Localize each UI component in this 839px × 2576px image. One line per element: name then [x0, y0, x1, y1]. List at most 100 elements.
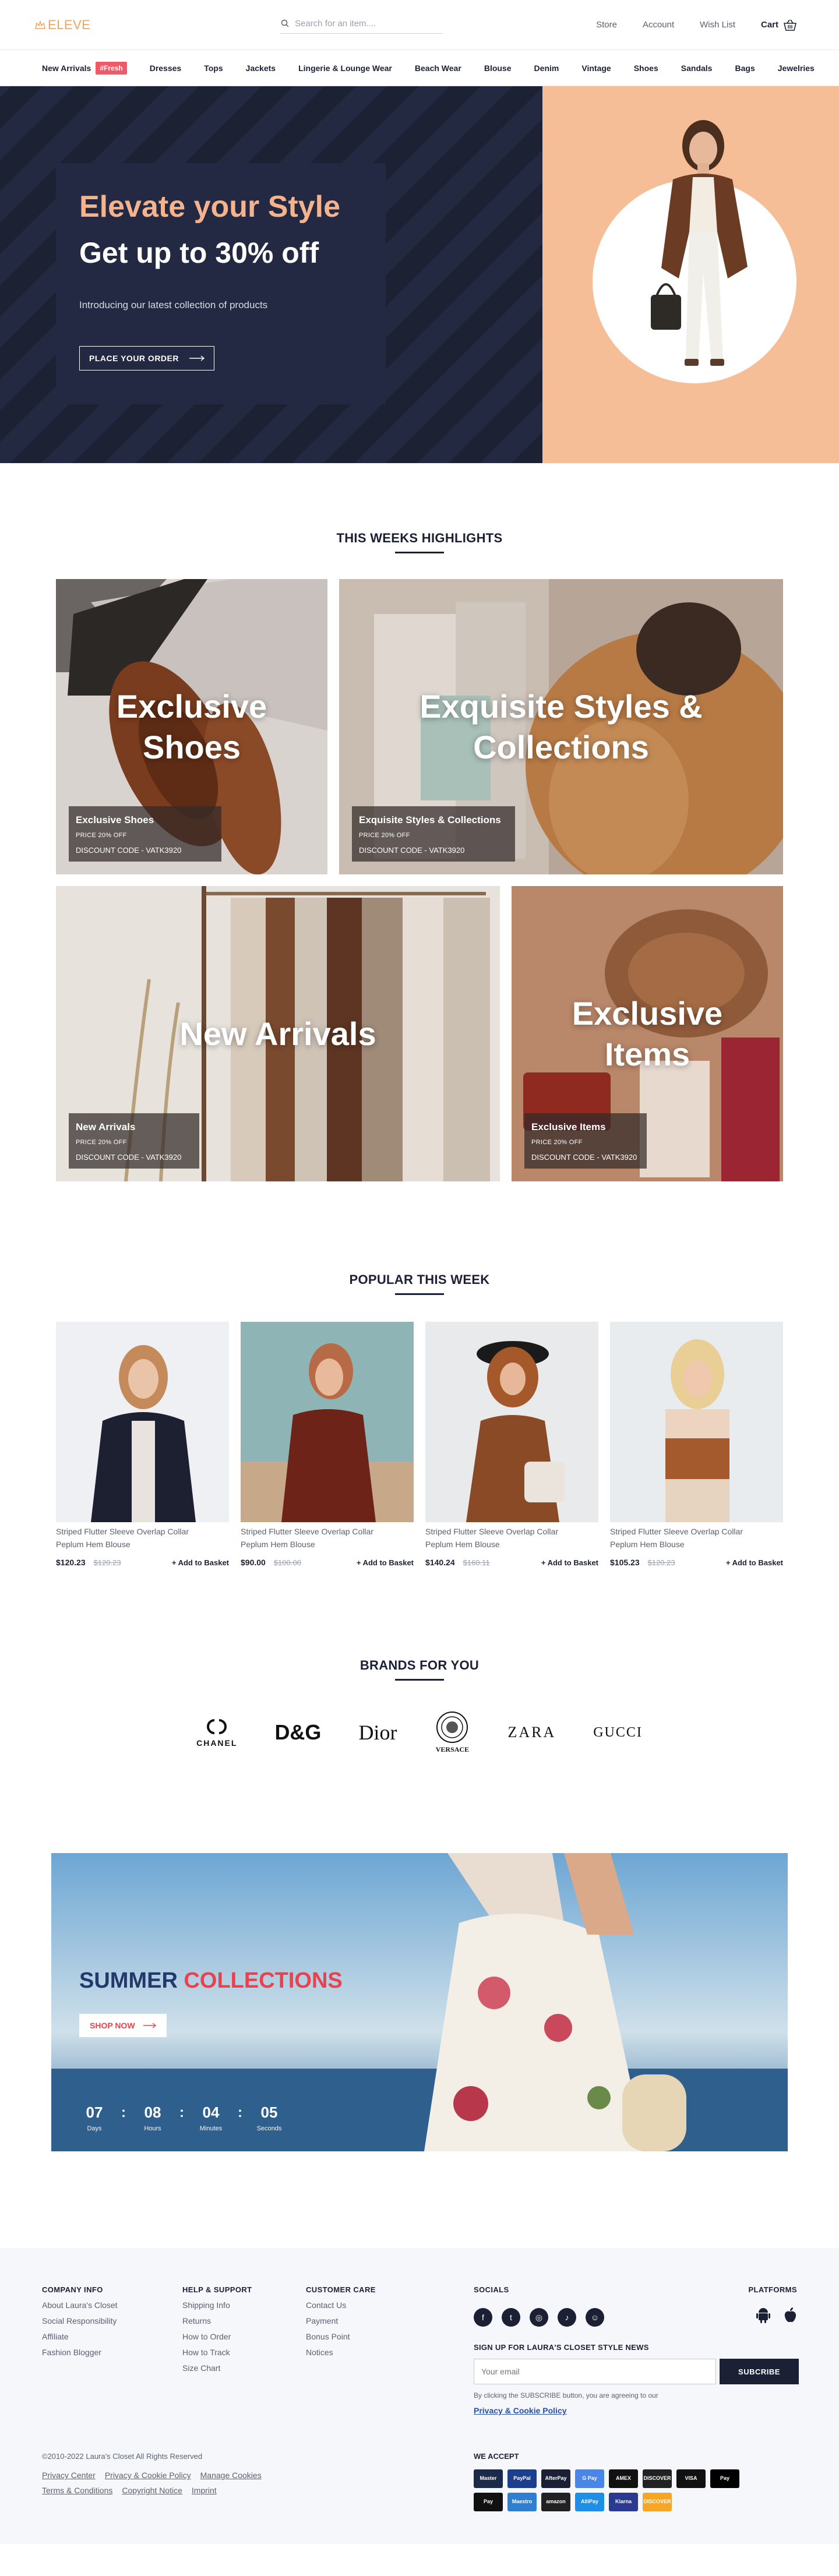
- nav-item-dresses[interactable]: Dresses: [150, 63, 182, 73]
- cart-button[interactable]: Cart: [761, 19, 797, 31]
- countdown-days: 07 Days: [79, 2104, 110, 2132]
- product-photo: [241, 1322, 414, 1522]
- countdown-value: 07: [86, 2104, 103, 2122]
- add-to-basket-button[interactable]: + Add to Basket: [726, 1558, 783, 1567]
- nav-item-beach-wear[interactable]: Beach Wear: [415, 63, 461, 73]
- product-card[interactable]: Striped Flutter Sleeve Overlap Collar Pe…: [610, 1322, 783, 1567]
- footer-link[interactable]: Size Chart: [182, 2363, 252, 2373]
- title-underline: [395, 552, 444, 553]
- tile-exclusive-items[interactable]: Exclusive Items Exclusive Items PRICE 20…: [512, 886, 783, 1181]
- countdown-value: 05: [260, 2104, 278, 2122]
- privacy-policy-link[interactable]: Privacy & Cookie Policy: [474, 2406, 800, 2415]
- product-name[interactable]: Striped Flutter Sleeve Overlap Collar Pe…: [241, 1526, 414, 1551]
- legal-link[interactable]: Terms & Conditions: [42, 2486, 112, 2495]
- footer-link[interactable]: About Laura's Closet: [42, 2300, 118, 2310]
- product-image[interactable]: [56, 1322, 229, 1522]
- legal-link[interactable]: Imprint: [192, 2486, 217, 2495]
- nav-item-lingerie[interactable]: Lingerie & Lounge Wear: [298, 63, 392, 73]
- footer-link[interactable]: Fashion Blogger: [42, 2348, 118, 2357]
- footer-link[interactable]: How to Order: [182, 2332, 252, 2341]
- product-price-row: $90.00 $100.00 + Add to Basket: [241, 1558, 414, 1567]
- account-link[interactable]: Account: [643, 20, 674, 30]
- nav-item-denim[interactable]: Denim: [534, 63, 559, 73]
- countdown-label: Hours: [144, 2125, 161, 2133]
- footer-link[interactable]: How to Track: [182, 2348, 252, 2357]
- legal-link[interactable]: Privacy & Cookie Policy: [105, 2471, 191, 2480]
- place-order-label: PLACE YOUR ORDER: [89, 354, 179, 364]
- nav-item-sandals[interactable]: Sandals: [681, 63, 713, 73]
- nav-item-shoes[interactable]: Shoes: [634, 63, 658, 73]
- brand-gucci[interactable]: GUCCI: [593, 1725, 643, 1741]
- countdown-separator: :: [238, 2105, 242, 2121]
- nav-item-jackets[interactable]: Jackets: [246, 63, 276, 73]
- product-image[interactable]: [241, 1322, 414, 1522]
- footer-column-title: HELP & SUPPORT: [182, 2285, 252, 2295]
- product-card[interactable]: Striped Flutter Sleeve Overlap Collar Pe…: [56, 1322, 229, 1567]
- footer-link[interactable]: Contact Us: [306, 2300, 376, 2310]
- search-input[interactable]: [295, 18, 435, 29]
- product-name[interactable]: Striped Flutter Sleeve Overlap Collar Pe…: [425, 1526, 598, 1551]
- nav-item-new-arrivals[interactable]: New Arrivals #Fresh: [42, 61, 127, 75]
- instagram-icon[interactable]: ◎: [530, 2308, 548, 2327]
- footer-link[interactable]: Bonus Point: [306, 2332, 376, 2341]
- android-icon[interactable]: [756, 2307, 770, 2324]
- brand-zara[interactable]: ZARA: [507, 1724, 556, 1741]
- product-image[interactable]: [610, 1322, 783, 1522]
- search-icon[interactable]: [281, 19, 289, 27]
- tiktok-icon[interactable]: ♪: [558, 2308, 576, 2327]
- product-name[interactable]: Striped Flutter Sleeve Overlap Collar Pe…: [610, 1526, 783, 1551]
- footer-link[interactable]: Affiliate: [42, 2332, 118, 2341]
- add-to-basket-button[interactable]: + Add to Basket: [172, 1558, 229, 1567]
- product-card[interactable]: Striped Flutter Sleeve Overlap Collar Pe…: [241, 1322, 414, 1567]
- payment-method-icon: Master: [474, 2469, 503, 2489]
- tile-headline-line1: Exclusive: [572, 994, 723, 1032]
- brand-versace[interactable]: VERSACE: [434, 1711, 470, 1754]
- product-card[interactable]: Striped Flutter Sleeve Overlap Collar Pe…: [425, 1322, 598, 1567]
- nav-item-bags[interactable]: Bags: [735, 63, 755, 73]
- snapchat-icon[interactable]: ☺: [586, 2308, 604, 2327]
- legal-link[interactable]: Manage Cookies: [200, 2471, 262, 2480]
- subscribe-button[interactable]: SUBCRIBE: [720, 2359, 799, 2385]
- product-old-price: $160.11: [463, 1558, 490, 1567]
- nav-item-tops[interactable]: Tops: [204, 63, 223, 73]
- hero-left-panel: Elevate your Style Get up to 30% off Int…: [0, 86, 542, 463]
- product-image[interactable]: [425, 1322, 598, 1522]
- nav-item-vintage[interactable]: Vintage: [581, 63, 611, 73]
- footer-link[interactable]: Returns: [182, 2316, 252, 2326]
- brand-dior[interactable]: Dior: [358, 1720, 397, 1745]
- brand-chanel[interactable]: CHANEL: [196, 1718, 237, 1748]
- add-to-basket-button[interactable]: + Add to Basket: [541, 1558, 598, 1567]
- newsletter-note: By clicking the SUBSCRIBE button, you ar…: [474, 2391, 800, 2415]
- logo[interactable]: ELEVE: [35, 17, 280, 33]
- product-name-line1: Striped Flutter Sleeve Overlap Collar: [56, 1527, 189, 1536]
- nav-item-blouse[interactable]: Blouse: [484, 63, 512, 73]
- countdown-value: 08: [144, 2104, 161, 2122]
- cart-label: Cart: [760, 20, 778, 30]
- legal-links: Privacy Center Privacy & Cookie Policy M…: [42, 2471, 310, 2495]
- footer-link[interactable]: Notices: [306, 2348, 376, 2357]
- legal-link[interactable]: Privacy Center: [42, 2471, 96, 2480]
- store-link[interactable]: Store: [596, 20, 617, 30]
- legal-link[interactable]: Copyright Notice: [122, 2486, 182, 2495]
- shop-now-button[interactable]: SHOP NOW: [79, 2014, 167, 2038]
- footer-link[interactable]: Shipping Info: [182, 2300, 252, 2310]
- site-footer: COMPANY INFO About Laura's Closet Social…: [0, 2248, 839, 2545]
- tile-exquisite-styles[interactable]: Exquisite Styles & Collections Exquisite…: [339, 579, 783, 874]
- tile-exclusive-shoes[interactable]: Exclusive Shoes Exclusive Shoes PRICE 20…: [56, 579, 327, 874]
- tile-caption: Exquisite Styles & Collections PRICE 20%…: [352, 806, 515, 862]
- product-name[interactable]: Striped Flutter Sleeve Overlap Collar Pe…: [56, 1526, 229, 1551]
- nav-item-jewelries[interactable]: Jewelries: [778, 63, 815, 73]
- twitter-icon[interactable]: t: [502, 2308, 520, 2327]
- facebook-icon[interactable]: f: [474, 2308, 492, 2327]
- place-order-button[interactable]: PLACE YOUR ORDER: [79, 346, 214, 371]
- apple-icon[interactable]: [783, 2307, 797, 2323]
- footer-link[interactable]: Social Responsibility: [42, 2316, 118, 2326]
- email-input[interactable]: [474, 2359, 716, 2385]
- payment-method-icon: G Pay: [575, 2469, 604, 2489]
- wishlist-link[interactable]: Wish List: [700, 20, 735, 30]
- footer-link[interactable]: Payment: [306, 2316, 376, 2326]
- brand-dg[interactable]: D&G: [274, 1720, 321, 1745]
- product-grid: Striped Flutter Sleeve Overlap Collar Pe…: [0, 1322, 839, 1567]
- add-to-basket-button[interactable]: + Add to Basket: [357, 1558, 414, 1567]
- tile-new-arrivals[interactable]: New Arrivals New Arrivals PRICE 20% OFF …: [56, 886, 500, 1181]
